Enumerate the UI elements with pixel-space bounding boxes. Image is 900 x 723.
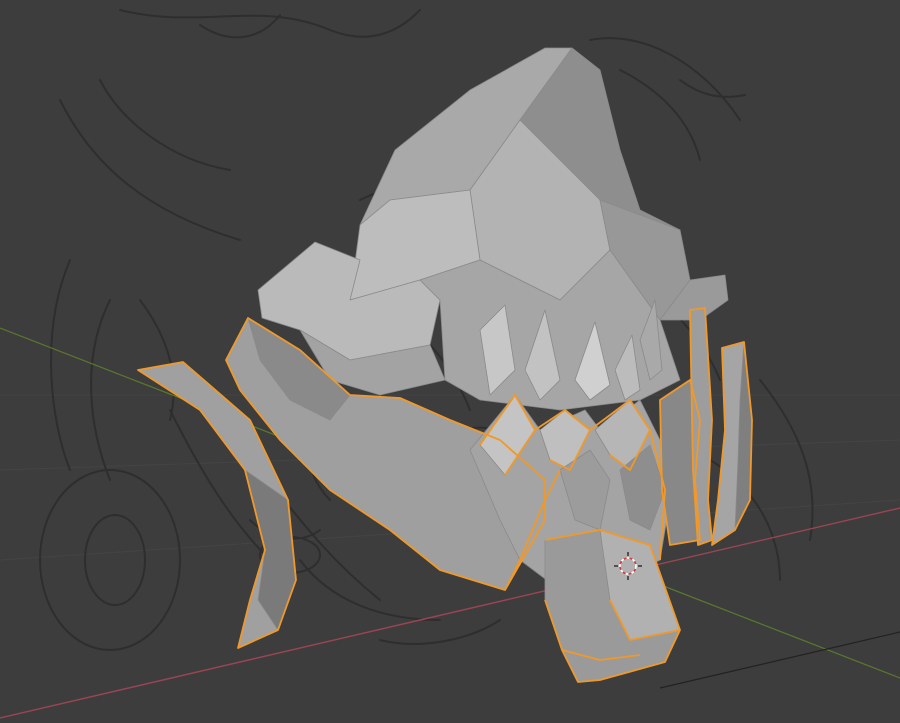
viewport-canvas[interactable] [0, 0, 900, 723]
3d-viewport[interactable] [0, 0, 900, 723]
